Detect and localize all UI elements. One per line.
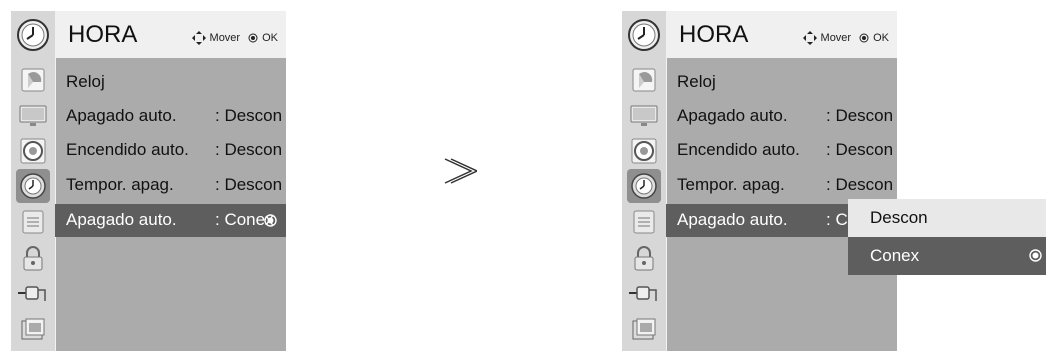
hint-move-label: Mover — [820, 32, 852, 44]
menu-item-apagado-auto[interactable]: Apagado auto. : Descon — [666, 100, 897, 133]
navigation-hint: Mover OK — [802, 31, 889, 45]
menu-item-label: Apagado auto. — [66, 106, 177, 125]
menu-title: HORA — [679, 21, 749, 48]
dropdown-option-label: Descon — [870, 208, 928, 227]
menu-item-value: : Descon — [215, 175, 283, 194]
option-icon[interactable] — [16, 205, 50, 239]
step-arrow-icon — [443, 156, 479, 191]
menu-item-reloj[interactable]: Reloj — [666, 66, 897, 99]
menu-item-label: Apagado auto. — [66, 210, 177, 229]
audio-icon[interactable] — [627, 134, 661, 168]
menu-item-reloj[interactable]: Reloj — [55, 66, 286, 99]
dropdown-option-label: Conex — [870, 246, 920, 265]
picture-icon[interactable] — [16, 63, 50, 97]
menu-item-value: : Descon — [826, 140, 894, 159]
menu-item-value-partial: : C — [826, 210, 848, 229]
menu-item-tempor-apag[interactable]: Tempor. apag. : Descon — [55, 169, 286, 202]
lock-icon[interactable] — [627, 242, 661, 276]
menu-sidebar — [11, 11, 55, 351]
dropdown-option-conex[interactable]: Conex — [848, 237, 1046, 275]
clock-icon[interactable] — [16, 169, 50, 203]
input-icon[interactable] — [627, 276, 661, 310]
time-menu-panel-left: HORA Mover OK Reloj Apagado auto. : Desc… — [11, 11, 286, 351]
ok-button-icon — [1029, 249, 1042, 262]
audio-icon[interactable] — [16, 134, 50, 168]
menu-item-encendido-auto[interactable]: Encendido auto. : Descon — [666, 134, 897, 167]
move-arrows-icon — [802, 31, 817, 45]
value-dropdown-popup: Descon Conex — [848, 199, 1046, 275]
usb-photo-icon[interactable] — [627, 313, 661, 347]
menu-item-value: : Descon — [215, 106, 283, 125]
menu-item-label: Reloj — [66, 72, 105, 91]
menu-header: HORA Mover OK — [666, 11, 897, 58]
menu-item-apagado-auto-selected[interactable]: Apagado auto. : Conex — [55, 204, 286, 237]
menu-item-value: : Descon — [215, 140, 283, 159]
input-icon[interactable] — [16, 276, 50, 310]
ok-button-icon — [248, 33, 258, 43]
screen-icon[interactable] — [16, 99, 50, 133]
time-menu-panel-right: HORA Mover OK Reloj Apagado auto. : Desc… — [622, 11, 897, 351]
hint-move-label: Mover — [209, 32, 241, 44]
menu-title: HORA — [68, 21, 138, 48]
lock-icon[interactable] — [16, 242, 50, 276]
menu-item-label: Reloj — [677, 72, 716, 91]
hint-ok-label: OK — [262, 32, 278, 44]
option-icon[interactable] — [627, 205, 661, 239]
ok-button-icon — [264, 214, 277, 227]
clock-icon — [626, 17, 662, 53]
dropdown-option-descon[interactable]: Descon — [848, 199, 1046, 237]
menu-item-value: : Descon — [826, 106, 894, 125]
menu-item-apagado-auto[interactable]: Apagado auto. : Descon — [55, 100, 286, 133]
screen-icon[interactable] — [627, 99, 661, 133]
menu-item-label: Apagado auto. — [677, 210, 788, 229]
menu-item-label: Encendido auto. — [677, 140, 800, 159]
menu-item-label: Encendido auto. — [66, 140, 189, 159]
move-arrows-icon — [191, 31, 206, 45]
menu-header: HORA Mover OK — [55, 11, 286, 58]
hint-ok-label: OK — [873, 32, 889, 44]
menu-item-label: Apagado auto. — [677, 106, 788, 125]
navigation-hint: Mover OK — [191, 31, 278, 45]
menu-item-encendido-auto[interactable]: Encendido auto. : Descon — [55, 134, 286, 167]
picture-icon[interactable] — [627, 63, 661, 97]
menu-item-tempor-apag[interactable]: Tempor. apag. : Descon — [666, 169, 897, 202]
ok-button-icon — [859, 33, 869, 43]
clock-icon[interactable] — [627, 169, 661, 203]
menu-item-label: Tempor. apag. — [677, 175, 785, 194]
menu-item-value: : Descon — [826, 175, 894, 194]
clock-icon — [15, 17, 51, 53]
menu-sidebar — [622, 11, 666, 351]
usb-photo-icon[interactable] — [16, 313, 50, 347]
menu-item-label: Tempor. apag. — [66, 175, 174, 194]
